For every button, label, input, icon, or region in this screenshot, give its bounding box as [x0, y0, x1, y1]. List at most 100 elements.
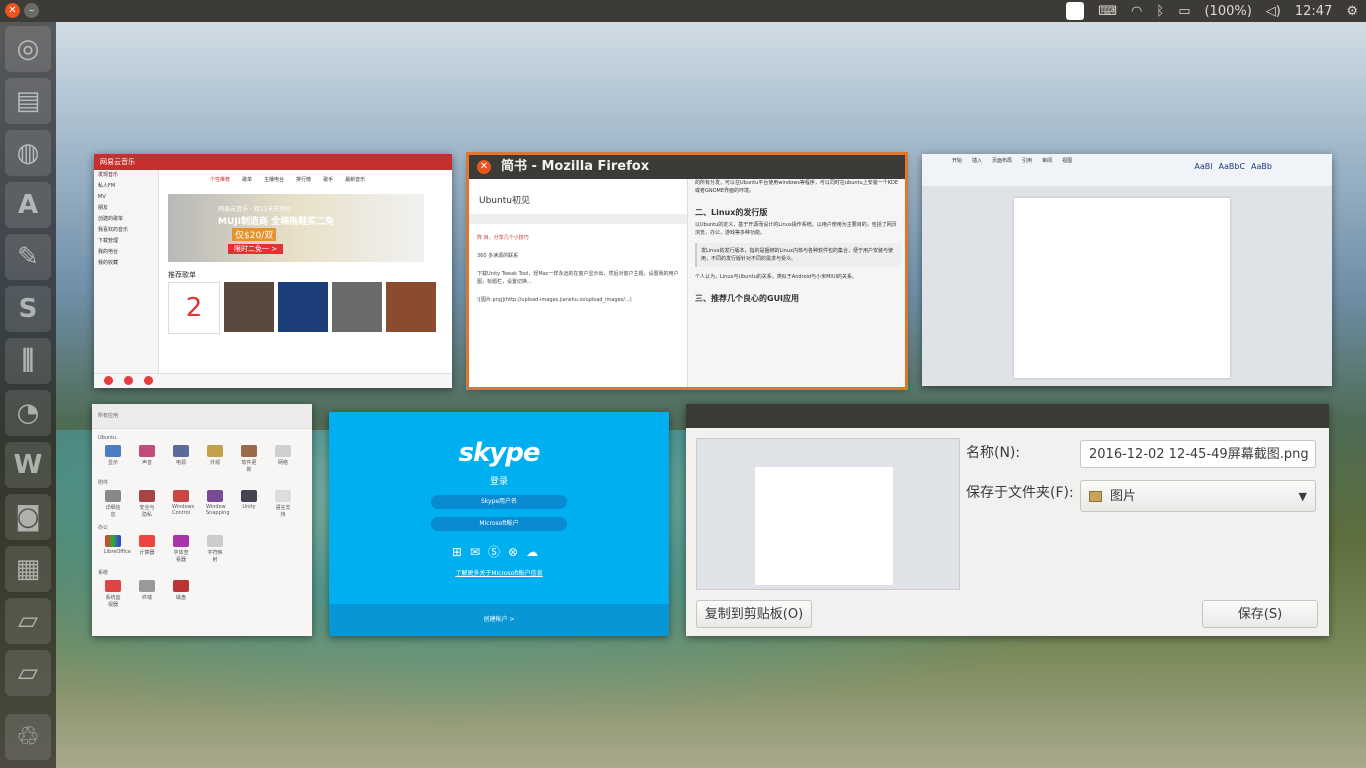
minimize-window-button[interactable]: –: [24, 3, 39, 18]
drive-icon[interactable]: ▱: [5, 598, 51, 644]
volume-icon[interactable]: ◁): [1266, 4, 1281, 19]
ribbon-tab[interactable]: 审阅: [1042, 157, 1052, 164]
workspace-icon[interactable]: ▦: [5, 546, 51, 592]
playlist-card[interactable]: [386, 282, 436, 332]
tab[interactable]: 歌手: [323, 176, 333, 183]
daily-songs-card[interactable]: 2: [168, 282, 220, 334]
battery-icon[interactable]: ▭: [1178, 4, 1190, 19]
promo-banner[interactable]: 网易云音乐 · 双11天天特价 MUJI制造商 全棉拖鞋买二免 仅$20/双 限…: [168, 194, 424, 262]
settings-item[interactable]: 系统监视器: [104, 580, 122, 608]
drive2-icon[interactable]: ▱: [5, 650, 51, 696]
banner-cta[interactable]: 限时二免一 >: [228, 244, 284, 254]
tab[interactable]: 歌单: [242, 176, 252, 183]
skype-icon[interactable]: S: [5, 286, 51, 332]
settings-item[interactable]: 安全与隐私: [138, 490, 156, 518]
settings-item[interactable]: Window Snapping: [206, 490, 230, 518]
settings-item[interactable]: Unity: [240, 490, 258, 518]
copy-to-clipboard-button[interactable]: 复制到剪贴板(O): [696, 600, 812, 628]
settings-item[interactable]: LibreOffice: [104, 535, 131, 563]
close-icon[interactable]: ✕: [477, 160, 491, 174]
system-settings-window[interactable]: 所有应用 Ubuntu 显示 声音 电源 外观 软件更新 网络 附件 详细信息 …: [92, 404, 312, 636]
netease-music-icon[interactable]: ◔: [5, 390, 51, 436]
save-screenshot-dialog[interactable]: 名称(N): 2016-12-02 12-45-49屏幕截图.png 保存于文件…: [686, 404, 1329, 636]
create-account-link[interactable]: 创建帐户 >: [329, 604, 669, 636]
style-item[interactable]: AaBl: [1194, 162, 1212, 171]
settings-item[interactable]: 电源: [172, 445, 190, 473]
playlist-card[interactable]: [332, 282, 382, 332]
document-page[interactable]: [1014, 198, 1230, 378]
play-button[interactable]: [124, 376, 133, 385]
sidebar-item[interactable]: 我的收藏: [94, 258, 158, 269]
style-item[interactable]: AaBb: [1251, 162, 1272, 171]
settings-item[interactable]: Windows Control: [172, 490, 194, 518]
sidebar-item[interactable]: 我的电台: [94, 247, 158, 258]
sidebar-item[interactable]: 朋友: [94, 203, 158, 214]
trash-icon[interactable]: ♲: [5, 714, 51, 760]
settings-item[interactable]: 声音: [138, 445, 156, 473]
settings-label: 磁盘: [175, 595, 186, 601]
learn-more-link[interactable]: 了解更多关于Microsoft帐户信息: [329, 568, 669, 577]
netease-music-window[interactable]: 网易云音乐 发现音乐 私人FM MV 朋友 创建的歌单 我喜欢的音乐 下载管理 …: [94, 154, 452, 388]
editor-toolbar[interactable]: [469, 214, 687, 224]
playlist-card[interactable]: [224, 282, 274, 332]
wps-writer-window[interactable]: 开始 插入 页面布局 引用 审阅 视图 AaBl AaBbC AaBb: [922, 154, 1332, 386]
bluetooth-icon[interactable]: ᛒ: [1156, 4, 1164, 19]
settings-item[interactable]: 软件更新: [240, 445, 258, 473]
sidebar-item[interactable]: MV: [94, 192, 158, 203]
ribbon-tab[interactable]: 视图: [1062, 157, 1072, 164]
settings-item[interactable]: 显示: [104, 445, 122, 473]
next-button[interactable]: [144, 376, 153, 385]
firefox-icon[interactable]: ◍: [5, 130, 51, 176]
settings-item[interactable]: 终端: [138, 580, 156, 608]
windows-icon: ⊞: [451, 545, 470, 559]
sidebar-item[interactable]: 发现音乐: [94, 170, 158, 181]
folder-select[interactable]: 图片 ▼: [1080, 480, 1316, 512]
playlist-card[interactable]: [278, 282, 328, 332]
filename-input[interactable]: 2016-12-02 12-45-49屏幕截图.png: [1080, 440, 1316, 468]
microsoft-account-button[interactable]: Microsoft帐户: [431, 517, 567, 531]
tab[interactable]: 个性推荐: [210, 176, 230, 183]
section-label: Ubuntu: [98, 435, 117, 441]
sidebar-item[interactable]: 下载管理: [94, 236, 158, 247]
ribbon-tab[interactable]: 页面布局: [992, 157, 1012, 164]
firefox-window[interactable]: ✕ 简书 - Mozilla Firefox Ubuntu初见 阵 目。分享几个…: [466, 152, 908, 390]
tab[interactable]: 主播电台: [264, 176, 284, 183]
ribbon-tab[interactable]: 插入: [972, 157, 982, 164]
ribbon-tab[interactable]: 开始: [952, 157, 962, 164]
style-gallery[interactable]: AaBl AaBbC AaBb: [1194, 162, 1272, 171]
skype-window[interactable]: skype 登录 Skype用户名 Microsoft帐户 ⊞✉Ⓢ⊗☁ 了解更多…: [329, 412, 669, 636]
tab[interactable]: 排行榜: [296, 176, 311, 183]
sidebar-item[interactable]: 创建的歌单: [94, 214, 158, 225]
ubuntu-dash-icon[interactable]: ◎: [5, 26, 51, 72]
clock[interactable]: 12:47: [1295, 4, 1332, 19]
mixer-icon[interactable]: ⫼: [5, 338, 51, 384]
document-area[interactable]: [922, 186, 1332, 386]
wifi-icon[interactable]: ◠: [1131, 4, 1142, 19]
settings-item[interactable]: 详细信息: [104, 490, 122, 518]
save-button[interactable]: 保存(S): [1202, 600, 1318, 628]
editor-pane[interactable]: Ubuntu初见 阵 目。分享几个小技巧 360 多读源的联系 下载Unity …: [469, 179, 688, 387]
style-item[interactable]: AaBbC: [1219, 162, 1246, 171]
screenshot-icon[interactable]: ◙: [5, 494, 51, 540]
sidebar-item[interactable]: 我喜欢的音乐: [94, 225, 158, 236]
settings-item[interactable]: 计算器: [138, 535, 156, 563]
settings-item[interactable]: 外观: [206, 445, 224, 473]
input-method-icon[interactable]: [1066, 2, 1085, 20]
files-icon[interactable]: ▤: [5, 78, 51, 124]
settings-item[interactable]: 磁盘: [172, 580, 190, 608]
settings-item[interactable]: 网络: [274, 445, 292, 473]
power-icon[interactable]: ⚙: [1346, 4, 1358, 19]
sidebar-item[interactable]: 私人FM: [94, 181, 158, 192]
software-center-icon[interactable]: A: [5, 182, 51, 228]
settings-item[interactable]: 语言支持: [274, 490, 292, 518]
wps-icon[interactable]: W: [5, 442, 51, 488]
tab[interactable]: 最新音乐: [345, 176, 365, 183]
ribbon-tab[interactable]: 引用: [1022, 157, 1032, 164]
settings-item[interactable]: 字体查看器: [172, 535, 190, 563]
settings-item[interactable]: 字符映射: [206, 535, 224, 563]
close-window-button[interactable]: ✕: [5, 3, 20, 18]
settings-icon[interactable]: ✎: [5, 234, 51, 280]
keyboard-icon[interactable]: ⌨: [1098, 4, 1117, 19]
skype-username-field[interactable]: Skype用户名: [431, 495, 567, 509]
prev-button[interactable]: [104, 376, 113, 385]
